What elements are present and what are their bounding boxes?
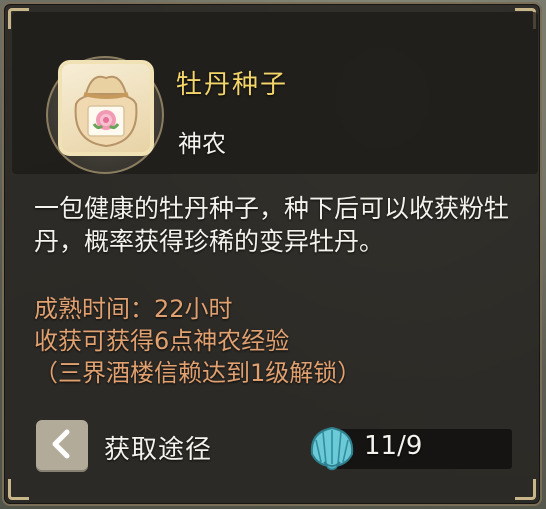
shell-icon [306,422,358,472]
back-button[interactable] [36,420,88,472]
peony-seed-bag-icon [58,60,154,156]
item-name: 牡丹种子 [176,70,289,100]
source-label[interactable]: 获取途径 [104,429,212,466]
item-header: 牡丹种子 神农 [12,12,538,174]
currency-count: 11/9 [364,431,423,461]
unlock-condition-text: （三界酒楼信赖达到1级解锁） [34,359,362,387]
chevron-left-icon [49,429,75,463]
item-type: 神农 [178,130,226,158]
item-stats: 成熟时间：22小时 收获可获得6点神农经验 （三界酒楼信赖达到1级解锁） [34,293,534,389]
item-tooltip-panel: 牡丹种子 神农 一包健康的牡丹种子，种下后可以收获粉牡丹，概率获得珍稀的变异牡丹… [2,2,542,506]
exp-reward-text: 收获可获得6点神农经验 [34,327,290,355]
item-description: 一包健康的牡丹种子，种下后可以收获粉牡丹，概率获得珍稀的变异牡丹。 [34,194,510,256]
grow-time-text: 成熟时间：22小时 [34,295,233,323]
frame-corner [515,479,536,500]
frame-corner [8,479,29,500]
